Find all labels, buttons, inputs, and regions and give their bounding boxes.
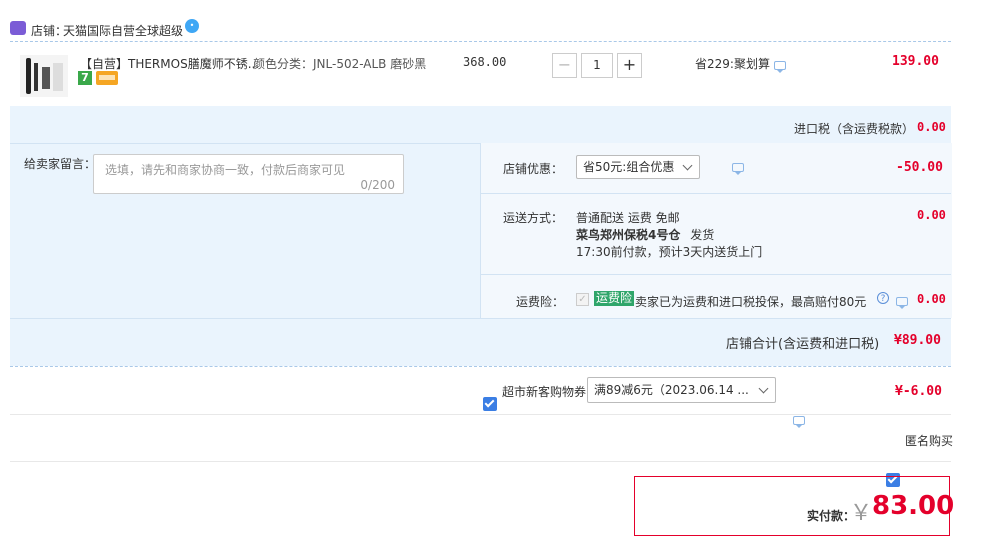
insurance-badge: 运费险 bbox=[594, 291, 635, 306]
payment-currency: ￥ bbox=[850, 501, 873, 526]
ship-from-text: 发货 bbox=[690, 228, 715, 242]
section-divider bbox=[10, 366, 951, 367]
discount-note: 省229:聚划算 bbox=[695, 57, 770, 71]
import-tax-value: 0.00 bbox=[917, 120, 946, 134]
help-icon[interactable]: ? bbox=[877, 292, 889, 304]
supermarket-coupon-info-icon[interactable] bbox=[793, 416, 805, 428]
seller-message-label: 给卖家留言： bbox=[24, 157, 97, 171]
supermarket-coupon-select[interactable]: 满89减6元（2023.06.14 ... bbox=[587, 377, 776, 403]
shipping-line1: 普通配送 运费 免邮 bbox=[576, 211, 680, 225]
warehouse-name: 菜鸟郑州保税4号仓 bbox=[576, 228, 681, 242]
seller-message-counter: 0/200 bbox=[360, 178, 395, 192]
store-total-value: ¥89.00 bbox=[894, 333, 941, 348]
chevron-down-icon bbox=[682, 160, 693, 171]
insurance-text: 卖家已为运费和进口税投保，最高赔付80元 bbox=[635, 295, 867, 309]
payment-total: 83.00 bbox=[872, 491, 955, 521]
item-subtotal: 139.00 bbox=[892, 54, 939, 69]
product-sku: 颜色分类：JNL-502-ALB 磨砂黑 bbox=[253, 57, 427, 71]
quantity-decrease-button[interactable]: − bbox=[552, 53, 577, 78]
store-coupon-selected: 省50元:组合优惠 bbox=[583, 160, 675, 174]
payment-label: 实付款： bbox=[807, 509, 856, 523]
quantity-increase-button[interactable]: + bbox=[617, 53, 642, 78]
store-name-link[interactable]: 天猫国际自营全球超级 bbox=[63, 22, 183, 39]
coupon-info-icon[interactable] bbox=[731, 163, 744, 175]
product-thumbnail[interactable] bbox=[20, 55, 68, 97]
seller-message-placeholder: 选填，请先和商家协商一致，付款后商家可见 bbox=[105, 163, 346, 177]
insurance-value: 0.00 bbox=[917, 292, 946, 306]
insurance-chat-icon[interactable] bbox=[895, 297, 908, 309]
import-tax-label: 进口税（含运费税款） bbox=[794, 122, 915, 136]
supermarket-coupon-checkbox[interactable] bbox=[483, 397, 497, 411]
quantity-input[interactable]: 1 bbox=[581, 53, 613, 78]
unit-price: 368.00 bbox=[463, 55, 507, 69]
chevron-down-icon bbox=[758, 383, 769, 394]
seller-message-textarea[interactable]: 选填，请先和商家协商一致，付款后商家可见 0/200 bbox=[93, 154, 404, 194]
anonymous-purchase-label: 匿名购买 bbox=[905, 434, 954, 448]
payment-summary-box: 实付款： ￥ 83.00 bbox=[634, 476, 954, 536]
store-coupon-select[interactable]: 省50元:组合优惠 bbox=[576, 155, 700, 179]
store-icon bbox=[10, 21, 26, 35]
supermarket-coupon-label: 超市新客购物券 bbox=[502, 385, 587, 399]
card-payment-icon bbox=[96, 71, 118, 85]
shipping-line3: 17:30前付款，预计3天内送货上门 bbox=[576, 245, 763, 259]
insurance-label: 运费险： bbox=[516, 295, 565, 309]
seven-day-return-badge: 7 bbox=[78, 71, 92, 85]
supermarket-coupon-selected: 满89减6元（2023.06.14 ... bbox=[594, 383, 749, 397]
store-label: 店铺： bbox=[31, 24, 68, 38]
product-title-link[interactable]: 【自营】THERMOS膳魔师不锈... bbox=[80, 55, 259, 72]
shipping-line2: 菜鸟郑州保税4号仓 发货 bbox=[576, 226, 714, 243]
shipping-value: 0.00 bbox=[917, 208, 946, 222]
section-divider bbox=[481, 193, 951, 194]
discount-info-icon[interactable] bbox=[774, 61, 786, 73]
store-divider bbox=[10, 41, 951, 42]
section-divider bbox=[481, 274, 951, 275]
section-divider bbox=[10, 318, 951, 319]
store-coupon-value: -50.00 bbox=[896, 160, 943, 175]
supermarket-coupon-value: ¥-6.00 bbox=[895, 384, 942, 399]
section-divider bbox=[10, 461, 951, 462]
section-divider bbox=[10, 414, 951, 415]
store-total-label: 店铺合计(含运费和进口税) bbox=[726, 337, 880, 352]
shipping-label: 运送方式： bbox=[503, 211, 564, 225]
wangwang-chat-icon[interactable]: • bbox=[185, 19, 199, 33]
insurance-checkbox: ✓ bbox=[576, 293, 589, 306]
store-coupon-label: 店铺优惠： bbox=[503, 162, 564, 176]
